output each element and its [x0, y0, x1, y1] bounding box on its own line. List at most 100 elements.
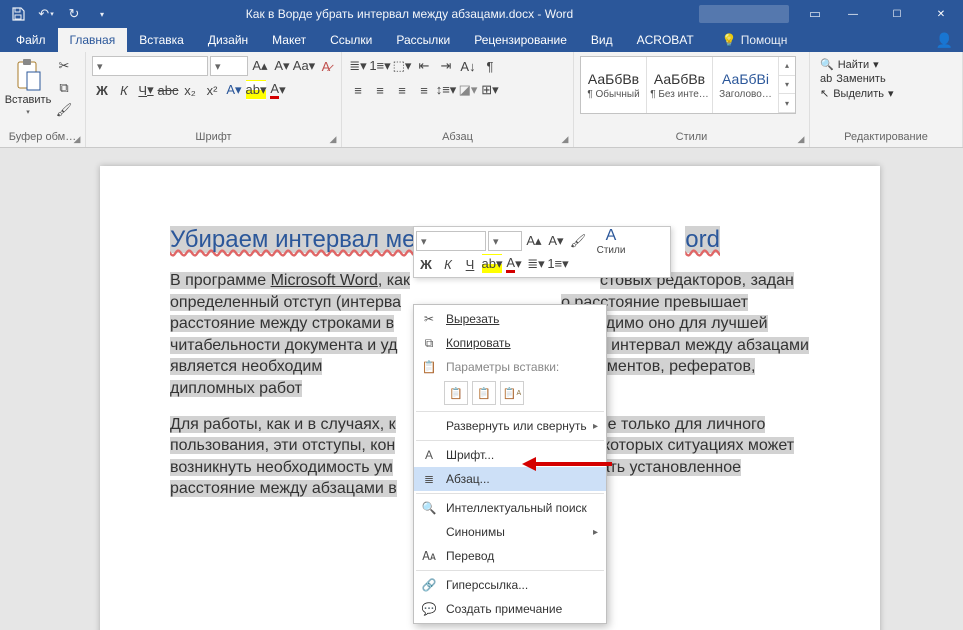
close-button[interactable]: ✕	[919, 0, 963, 28]
show-marks-button[interactable]: ¶	[480, 56, 500, 76]
borders-button[interactable]: ⊞▾	[480, 80, 500, 100]
increase-indent-button[interactable]: ⇥	[436, 56, 456, 76]
clipboard-launcher[interactable]: ◢	[71, 133, 83, 145]
change-case-icon[interactable]: Aa▾	[294, 56, 314, 76]
font-a-icon: A	[420, 448, 438, 462]
ctx-font[interactable]: AШрифт...	[414, 443, 606, 467]
share-button[interactable]: 👤	[926, 28, 963, 52]
qat-customize-icon[interactable]: ▾	[90, 2, 114, 26]
search-icon: 🔍	[820, 58, 834, 71]
subscript-button[interactable]: x₂	[180, 80, 200, 100]
window-controls: — ☐ ✕	[831, 0, 963, 28]
ctx-paragraph[interactable]: ≣Абзац...	[414, 467, 606, 491]
line-spacing-button[interactable]: ↕≡▾	[436, 80, 456, 100]
maximize-button[interactable]: ☐	[875, 0, 919, 28]
ctx-smart-lookup[interactable]: 🔍Интеллектуальный поиск	[414, 496, 606, 520]
font-size-combo[interactable]: ▾	[210, 56, 248, 76]
mini-highlight[interactable]: ab▾	[482, 254, 502, 274]
paste-merge[interactable]: 📋	[472, 381, 496, 405]
numbering-button[interactable]: 1≡▾	[370, 56, 390, 76]
styles-gallery[interactable]: АаБбВв¶ Обычный АаБбВв¶ Без инте… АаБбВі…	[580, 56, 796, 114]
font-launcher[interactable]: ◢	[327, 133, 339, 145]
paragraph-launcher[interactable]: ◢	[559, 133, 571, 145]
paste-text-only[interactable]: 📋A	[500, 381, 524, 405]
shrink-font-icon[interactable]: A▾	[272, 56, 292, 76]
tab-file[interactable]: Файл	[4, 28, 58, 52]
ctx-synonyms[interactable]: Синонимы▸	[414, 520, 606, 544]
mini-underline[interactable]: Ч	[460, 254, 480, 274]
ctx-copy[interactable]: ⧉Копировать	[414, 331, 606, 355]
shading-button[interactable]: ◪▾	[458, 80, 478, 100]
mini-shrink-font[interactable]: A▾	[546, 231, 566, 251]
tab-home[interactable]: Главная	[58, 28, 128, 52]
context-menu: ✂Вырезать ⧉Копировать 📋Параметры вставки…	[413, 304, 607, 624]
ctx-expand-collapse[interactable]: Развернуть или свернуть▸	[414, 414, 606, 438]
cut-icon[interactable]: ✂	[54, 56, 74, 76]
copy-icon[interactable]: ⧉	[54, 78, 74, 98]
redo-icon[interactable]: ↻	[62, 2, 86, 26]
find-button[interactable]: 🔍Найти ▾	[820, 58, 894, 71]
styles-more[interactable]: ▴▾▾	[779, 57, 795, 113]
undo-icon[interactable]: ↶▾	[34, 2, 58, 26]
mini-font-name[interactable]: ▾	[416, 231, 486, 251]
style-normal[interactable]: АаБбВв¶ Обычный	[581, 57, 647, 113]
title-bar: ↶▾ ↻ ▾ Как в Ворде убрать интервал между…	[0, 0, 963, 28]
tab-view[interactable]: Вид	[579, 28, 625, 52]
mini-grow-font[interactable]: A▴	[524, 231, 544, 251]
italic-button[interactable]: К	[114, 80, 134, 100]
mini-format-painter[interactable]: 🖌	[568, 231, 588, 251]
paste-keep-source[interactable]: 📋	[444, 381, 468, 405]
format-painter-icon[interactable]: 🖌	[54, 100, 74, 120]
align-left-button[interactable]: ≡	[348, 80, 368, 100]
ctx-hyperlink[interactable]: 🔗Гиперссылка...	[414, 573, 606, 597]
mini-font-color[interactable]: A▾	[504, 254, 524, 274]
style-heading1[interactable]: АаБбВіЗаголово…	[713, 57, 779, 113]
mini-bold[interactable]: Ж	[416, 254, 436, 274]
tab-insert[interactable]: Вставка	[127, 28, 196, 52]
bold-button[interactable]: Ж	[92, 80, 112, 100]
mini-toolbar: ▾ ▾ A▴ A▾ 🖌 AСтили Ж К Ч ab▾ A▾ ≣▾ 1≡▾	[413, 226, 671, 278]
style-nospacing[interactable]: АаБбВв¶ Без инте…	[647, 57, 713, 113]
paste-button[interactable]: Вставить ▾	[6, 56, 50, 118]
align-center-button[interactable]: ≡	[370, 80, 390, 100]
multilevel-button[interactable]: ⬚▾	[392, 56, 412, 76]
decrease-indent-button[interactable]: ⇤	[414, 56, 434, 76]
mini-font-size[interactable]: ▾	[488, 231, 522, 251]
account-area[interactable]	[699, 5, 789, 23]
font-name-combo[interactable]: ▾	[92, 56, 208, 76]
ctx-translate[interactable]: 🗛Перевод	[414, 544, 606, 568]
group-editing: 🔍Найти ▾ abЗаменить ↖Выделить ▾ Редактир…	[810, 52, 963, 147]
clear-format-icon[interactable]: A̷	[316, 56, 336, 76]
text-effects-button[interactable]: A▾	[224, 80, 244, 100]
bullets-button[interactable]: ≣▾	[348, 56, 368, 76]
tab-references[interactable]: Ссылки	[318, 28, 384, 52]
align-right-button[interactable]: ≡	[392, 80, 412, 100]
tell-me[interactable]: 💡Помощн	[710, 28, 800, 52]
tab-acrobat[interactable]: ACROBAT	[625, 28, 706, 52]
select-button[interactable]: ↖Выделить ▾	[820, 87, 894, 100]
mini-bullets[interactable]: ≣▾	[526, 254, 546, 274]
justify-button[interactable]: ≡	[414, 80, 434, 100]
ctx-cut[interactable]: ✂Вырезать	[414, 307, 606, 331]
mini-italic[interactable]: К	[438, 254, 458, 274]
search-icon: 🔍	[420, 501, 438, 515]
minimize-button[interactable]: —	[831, 0, 875, 28]
tab-review[interactable]: Рецензирование	[462, 28, 579, 52]
superscript-button[interactable]: x²	[202, 80, 222, 100]
highlight-button[interactable]: ab▾	[246, 80, 266, 100]
font-color-button[interactable]: A▾	[268, 80, 288, 100]
tab-design[interactable]: Дизайн	[196, 28, 260, 52]
tab-mailings[interactable]: Рассылки	[384, 28, 462, 52]
underline-button[interactable]: Ч▾	[136, 80, 156, 100]
mini-numbering[interactable]: 1≡▾	[548, 254, 568, 274]
ctx-new-comment[interactable]: 💬Создать примечание	[414, 597, 606, 621]
tab-layout[interactable]: Макет	[260, 28, 318, 52]
replace-button[interactable]: abЗаменить	[820, 73, 894, 85]
ribbon-display-options-icon[interactable]: ▭	[799, 6, 831, 22]
save-icon[interactable]	[6, 2, 30, 26]
styles-launcher[interactable]: ◢	[795, 133, 807, 145]
grow-font-icon[interactable]: A▴	[250, 56, 270, 76]
strike-button[interactable]: abc	[158, 80, 178, 100]
sort-button[interactable]: A↓	[458, 56, 478, 76]
mini-styles-button[interactable]: AСтили	[590, 227, 632, 256]
